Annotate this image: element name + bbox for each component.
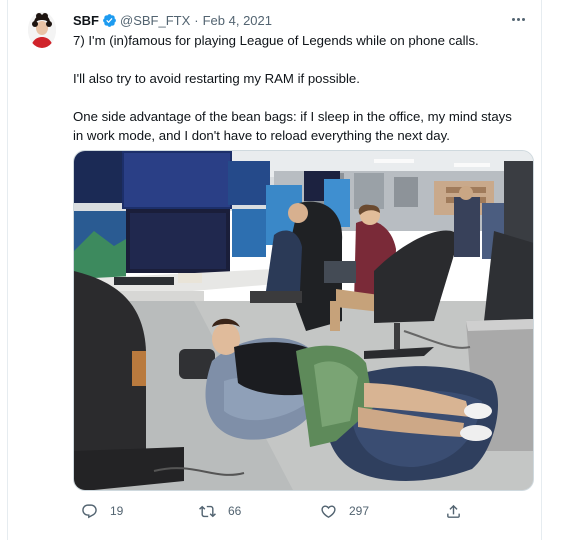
avatar[interactable] — [28, 12, 56, 48]
reply-button[interactable]: 19 — [81, 500, 123, 522]
retweet-count: 66 — [228, 504, 242, 518]
like-heart-icon — [321, 504, 336, 518]
more-options-icon[interactable] — [507, 10, 529, 28]
tweet-actions: 19 66 297 — [73, 500, 473, 522]
share-icon — [447, 504, 460, 518]
display-name[interactable]: SBF — [73, 13, 99, 28]
retweet-icon — [199, 505, 216, 517]
timeline-border-right — [541, 0, 542, 540]
separator-dot: · — [194, 12, 199, 28]
verified-badge-icon — [102, 13, 117, 28]
tweet-paragraph-1: 7) I'm (in)famous for playing League of … — [73, 33, 479, 48]
handle[interactable]: @SBF_FTX — [120, 13, 190, 28]
tweet-date[interactable]: Feb 4, 2021 — [203, 13, 272, 28]
tweet-paragraph-3: One side advantage of the bean bags: if … — [73, 109, 512, 143]
tweet-paragraph-2: I'll also try to avoid restarting my RAM… — [73, 71, 360, 86]
retweet-button[interactable]: 66 — [199, 500, 241, 522]
like-count: 297 — [349, 504, 370, 518]
share-button[interactable] — [445, 500, 462, 522]
reply-icon — [82, 503, 97, 518]
tweet[interactable]: SBF @SBF_FTX · Feb 4, 2021 7) I'm (in)fa… — [8, 0, 541, 540]
reply-count: 19 — [110, 504, 124, 518]
tweet-photo[interactable] — [73, 150, 534, 491]
office-photo — [74, 151, 533, 490]
tweet-text: 7) I'm (in)famous for playing League of … — [73, 31, 533, 145]
avatar-portrait — [28, 12, 56, 48]
like-button[interactable]: 297 — [320, 500, 369, 522]
tweet-header: SBF @SBF_FTX · Feb 4, 2021 — [73, 11, 272, 29]
